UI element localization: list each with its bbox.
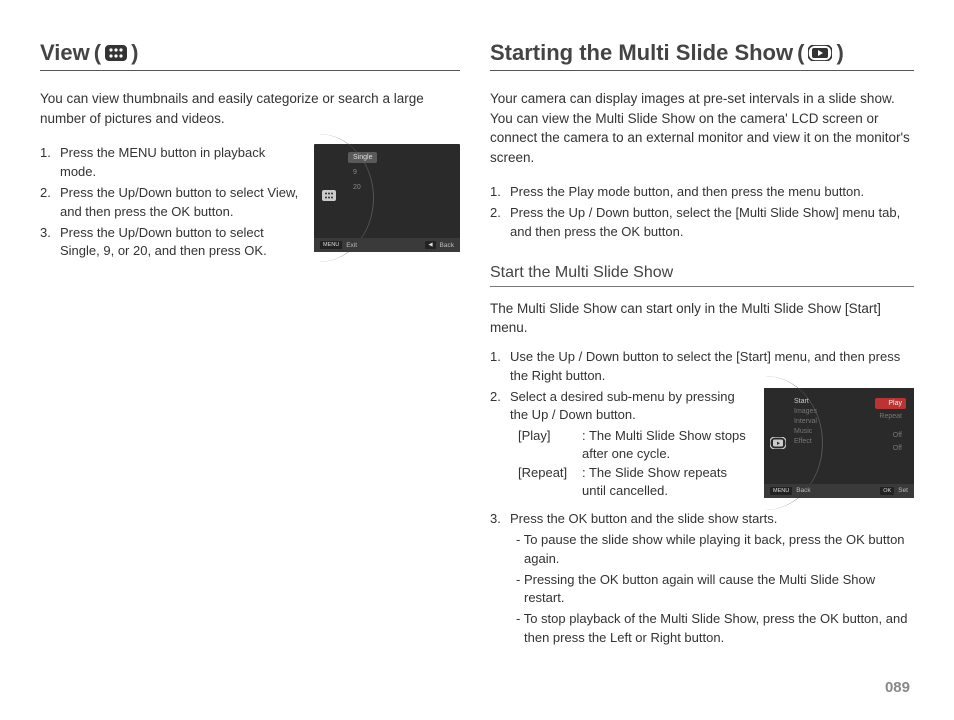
view-intro: You can view thumbnails and easily categ… — [40, 89, 460, 128]
list-item: 3.Press the OK button and the slide show… — [490, 510, 914, 529]
lcd-menu-item: 9 — [348, 167, 377, 178]
page-number: 089 — [885, 679, 910, 696]
slideshow-intro: Your camera can display images at pre-se… — [490, 89, 914, 167]
slideshow-pre-steps: 1.Press the Play mode button, and then p… — [490, 183, 914, 242]
back-label: Back — [796, 487, 810, 494]
step3-sub: - Pressing the OK button again will caus… — [490, 571, 914, 609]
view-lcd-mock: Single 9 20 MENU Exit ◀ Back — [314, 144, 460, 252]
list-item: 1.Press the MENU button in playback mode… — [40, 144, 302, 182]
lcd-menu-item: Music — [794, 428, 817, 435]
lcd-value: Play — [875, 398, 906, 409]
paren-close: ) — [131, 40, 138, 66]
left-arrow-key: ◀ — [425, 241, 435, 249]
slideshow-icon — [770, 436, 786, 454]
step3-wrap: 3.Press the OK button and the slide show… — [490, 510, 914, 529]
def-repeat: [Repeat] : The Slide Show repeats until … — [490, 464, 750, 500]
lcd-value: Off — [875, 430, 906, 441]
grid-icon — [322, 190, 336, 202]
slideshow-lcd-mock: Start Images Interval Music Effect Play … — [764, 388, 914, 498]
lcd-menu-item: 20 — [348, 182, 377, 193]
exit-label: Exit — [346, 242, 357, 249]
start-sub-intro: The Multi Slide Show can start only in t… — [490, 299, 914, 338]
def-label: [Play] — [518, 427, 576, 463]
grid-icon — [105, 45, 127, 61]
list-item: 1.Use the Up / Down button to select the… — [490, 348, 914, 386]
list-item: 2.Press the Up/Down button to select Vie… — [40, 184, 302, 222]
slideshow-icon — [808, 45, 832, 61]
lcd-menu-item: Start — [794, 398, 817, 405]
view-steps: 1.Press the MENU button in playback mode… — [40, 144, 302, 263]
slideshow-heading: Starting the Multi Slide Show ( ) — [490, 40, 914, 71]
list-item: 1.Press the Play mode button, and then p… — [490, 183, 914, 202]
lcd-menu-item: Images — [794, 408, 817, 415]
lcd-menu-item: Interval — [794, 418, 817, 425]
lcd-menu-item: Single — [348, 152, 377, 163]
list-item: 3.Press the Up/Down button to select Sin… — [40, 224, 302, 262]
menu-key: MENU — [320, 241, 342, 249]
step3-sub: - To pause the slide show while playing … — [490, 531, 914, 569]
lcd-value: Repeat — [875, 411, 906, 422]
lcd-value: Off — [875, 443, 906, 454]
back-label: Back — [440, 242, 454, 249]
step3-sub: - To stop playback of the Multi Slide Sh… — [490, 610, 914, 648]
view-heading: View ( ) — [40, 40, 460, 71]
paren-open: ( — [94, 40, 101, 66]
paren-open: ( — [797, 40, 804, 66]
ok-key: OK — [880, 487, 894, 495]
heading-text: Starting the Multi Slide Show — [490, 40, 793, 66]
paren-close: ) — [836, 40, 843, 66]
start-subheading: Start the Multi Slide Show — [490, 264, 914, 287]
lcd-menu-item: Effect — [794, 438, 817, 445]
menu-key: MENU — [770, 487, 792, 495]
set-label: Set — [898, 487, 908, 494]
list-item: 2.Press the Up / Down button, select the… — [490, 204, 914, 242]
start-steps: 1.Use the Up / Down button to select the… — [490, 348, 914, 386]
heading-text: View — [40, 40, 90, 66]
def-label: [Repeat] — [518, 464, 576, 500]
lcd-value — [875, 424, 906, 428]
